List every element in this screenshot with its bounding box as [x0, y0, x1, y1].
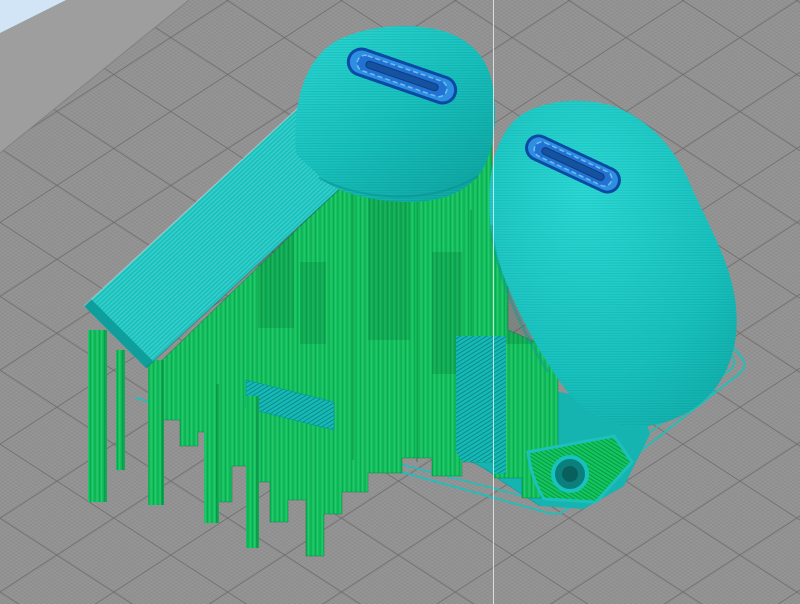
support-pillar — [116, 350, 125, 470]
support-pillar — [204, 384, 219, 523]
support-pillar — [88, 330, 107, 502]
infill-window-center — [456, 336, 506, 474]
slicer-3d-viewport[interactable] — [0, 0, 800, 604]
scene-canvas[interactable] — [0, 0, 800, 604]
support-pillar — [246, 396, 259, 548]
support-pillar — [148, 360, 164, 505]
